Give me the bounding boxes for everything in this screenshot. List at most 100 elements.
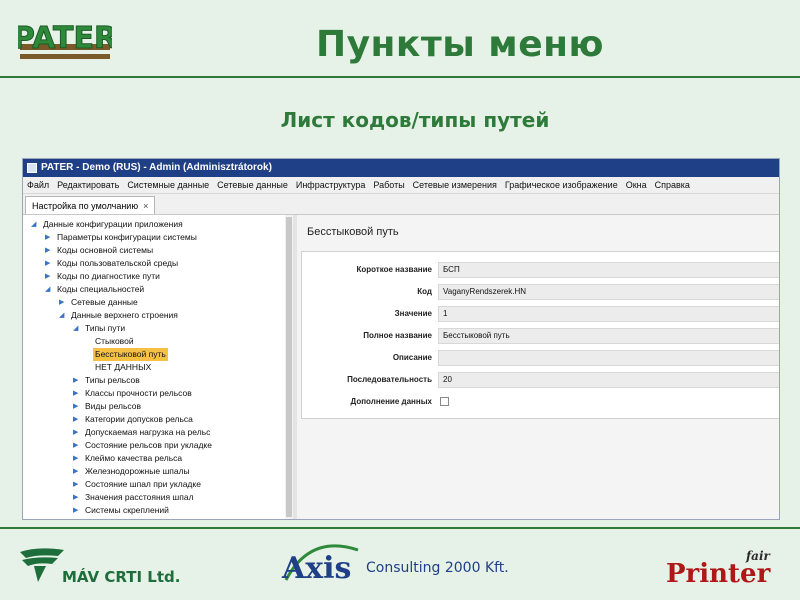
pater-logo: PATER [18, 18, 112, 66]
field-label: Короткое название [356, 265, 432, 274]
window-title: PATER - Demo (RUS) - Admin (Adminisztrát… [41, 162, 272, 173]
data-supplement-checkbox[interactable] [440, 397, 449, 406]
expand-arrow-icon[interactable]: ◢ [45, 283, 55, 296]
value-input[interactable]: 1 [438, 306, 779, 322]
expand-arrow-icon[interactable]: ◢ [59, 309, 69, 322]
field-label: Дополнение данных [350, 397, 432, 406]
printer-fair-logo: fair Printer [666, 549, 771, 588]
tree-item[interactable]: ▶ Состояние рельсов при укладке [73, 439, 214, 452]
tree-item[interactable]: НЕТ ДАННЫХ [93, 361, 153, 374]
tree-item[interactable]: ▶ Виды рельсов [73, 400, 143, 413]
menu-graphics[interactable]: Графическое изображение [505, 177, 618, 193]
collapse-arrow-icon[interactable]: ▶ [73, 478, 83, 491]
details-form: Короткое название БСП Код VaganyRendszer… [301, 251, 779, 419]
field-label: Последовательность [347, 375, 432, 384]
tab-strip: Настройка по умолчанию × [23, 194, 779, 215]
field-label: Описание [392, 353, 432, 362]
collapse-arrow-icon[interactable]: ▶ [73, 413, 83, 426]
mav-company-name: MÁV CRTI Ltd. [62, 568, 181, 586]
footer-divider [0, 527, 800, 529]
field-value: Значение 1 [302, 306, 779, 322]
slide-title: Пункты меню [315, 24, 605, 65]
menu-edit[interactable]: Редактировать [57, 177, 119, 193]
collapse-arrow-icon[interactable]: ▶ [73, 400, 83, 413]
menu-bar: Файл Редактировать Системные данные Сете… [23, 177, 779, 194]
axis-logo-text: Axis [281, 551, 351, 584]
tree-item[interactable]: ▶ Клеймо качества рельса [73, 452, 184, 465]
field-data-supplement: Дополнение данных [302, 394, 779, 410]
field-short-name: Короткое название БСП [302, 262, 779, 278]
collapse-arrow-icon[interactable]: ▶ [59, 296, 69, 309]
short-name-input[interactable]: БСП [438, 262, 779, 278]
tree-item[interactable]: ▶ Категории допусков рельса [73, 413, 195, 426]
tree-item[interactable]: ▶ Значения расстояния шпал [73, 491, 196, 504]
menu-infrastructure[interactable]: Инфраструктура [296, 177, 366, 193]
app-window: PATER - Demo (RUS) - Admin (Adminisztrát… [22, 158, 780, 520]
tree-item[interactable]: ▶ Коды основной системы [45, 244, 155, 257]
collapse-arrow-icon[interactable]: ▶ [73, 426, 83, 439]
collapse-arrow-icon[interactable]: ▶ [73, 374, 83, 387]
tree-item[interactable]: ▶ Сетевые данные [59, 296, 140, 309]
collapse-arrow-icon[interactable]: ▶ [45, 244, 55, 257]
close-icon[interactable]: × [143, 197, 148, 215]
window-titlebar[interactable]: PATER - Demo (RUS) - Admin (Adminisztrát… [23, 159, 779, 177]
tree-item[interactable]: ◢ Данные конфигурации приложения [31, 218, 185, 231]
expand-arrow-icon[interactable]: ◢ [73, 322, 83, 335]
consulting-company-name: Consulting 2000 Kft. [366, 560, 509, 576]
config-tree: ◢ Данные конфигурации приложения ▶ Парамет… [23, 215, 294, 519]
tree-item[interactable]: ▶ Состояние шпал при укладке [73, 478, 203, 491]
collapse-arrow-icon[interactable]: ▶ [45, 257, 55, 270]
tree-item[interactable]: ▶ Коды по диагностике пути [45, 270, 162, 283]
tab-label: Настройка по умолчанию [32, 200, 139, 211]
tree-item[interactable]: ◢ Данные верхнего строения [59, 309, 180, 322]
field-sequence: Последовательность 20 [302, 372, 779, 388]
tree-item[interactable]: ▶ Системы скреплений [73, 504, 171, 517]
collapse-arrow-icon[interactable]: ▶ [45, 270, 55, 283]
tree-item[interactable]: ◢ Коды специальностей [45, 283, 146, 296]
details-title: Бесстыковой путь [307, 226, 399, 238]
pater-logo-text: PATER [18, 21, 112, 56]
tree-item[interactable]: ▶ Классы прочности рельсов [73, 387, 194, 400]
tree-item[interactable]: ▶ Коды пользовательской среды [45, 257, 180, 270]
collapse-arrow-icon[interactable]: ▶ [73, 465, 83, 478]
collapse-arrow-icon[interactable]: ▶ [73, 387, 83, 400]
tree-item[interactable]: ▶ Типы рельсов [73, 374, 142, 387]
tree-item[interactable]: ▶ Железнодорожные шпалы [73, 465, 192, 478]
tree-item[interactable]: ◢ Типы пути [73, 322, 127, 335]
menu-works[interactable]: Работы [373, 177, 404, 193]
full-name-input[interactable]: Бесстыковой путь [438, 328, 779, 344]
slide-subtitle: Лист кодов/типы путей [280, 108, 550, 132]
collapse-arrow-icon[interactable]: ▶ [73, 452, 83, 465]
expand-arrow-icon[interactable]: ◢ [31, 218, 41, 231]
collapse-arrow-icon[interactable]: ▶ [45, 231, 55, 244]
tree-item[interactable]: ▶ Параметры конфигурации системы [45, 231, 199, 244]
tree-item[interactable]: ▶ Допускаемая нагрузка на рельс [73, 426, 212, 439]
code-input[interactable]: VaganyRendszerek.HN [438, 284, 779, 300]
menu-network-measurements[interactable]: Сетевые измерения [413, 177, 497, 193]
tab-default-settings[interactable]: Настройка по умолчанию × [25, 196, 156, 215]
app-icon [27, 163, 37, 173]
menu-windows[interactable]: Окна [626, 177, 647, 193]
menu-help[interactable]: Справка [655, 177, 690, 193]
scrollbar-thumb[interactable] [286, 217, 292, 517]
field-code: Код VaganyRendszerek.HN [302, 284, 779, 300]
field-label: Код [417, 287, 432, 296]
field-full-name: Полное название Бесстыковой путь [302, 328, 779, 344]
mav-logo-icon [20, 548, 64, 582]
field-label: Полное название [363, 331, 432, 340]
menu-network-data[interactable]: Сетевые данные [217, 177, 288, 193]
sequence-input[interactable]: 20 [438, 372, 779, 388]
tree-item-selected[interactable]: Бесстыковой путь [93, 348, 168, 361]
tree-scrollbar[interactable] [285, 215, 293, 519]
printer-logo-text: Printer [666, 559, 771, 588]
menu-file[interactable]: Файл [27, 177, 49, 193]
menu-system-data[interactable]: Системные данные [127, 177, 209, 193]
collapse-arrow-icon[interactable]: ▶ [73, 491, 83, 504]
details-pane: Бесстыковой путь Короткое название БСП К… [297, 215, 779, 519]
description-input[interactable] [438, 350, 779, 366]
collapse-arrow-icon[interactable]: ▶ [73, 504, 83, 517]
tree-item[interactable]: Стыковой [93, 335, 136, 348]
axis-logo: Axis [281, 544, 359, 584]
collapse-arrow-icon[interactable]: ▶ [73, 439, 83, 452]
field-description: Описание [302, 350, 779, 366]
